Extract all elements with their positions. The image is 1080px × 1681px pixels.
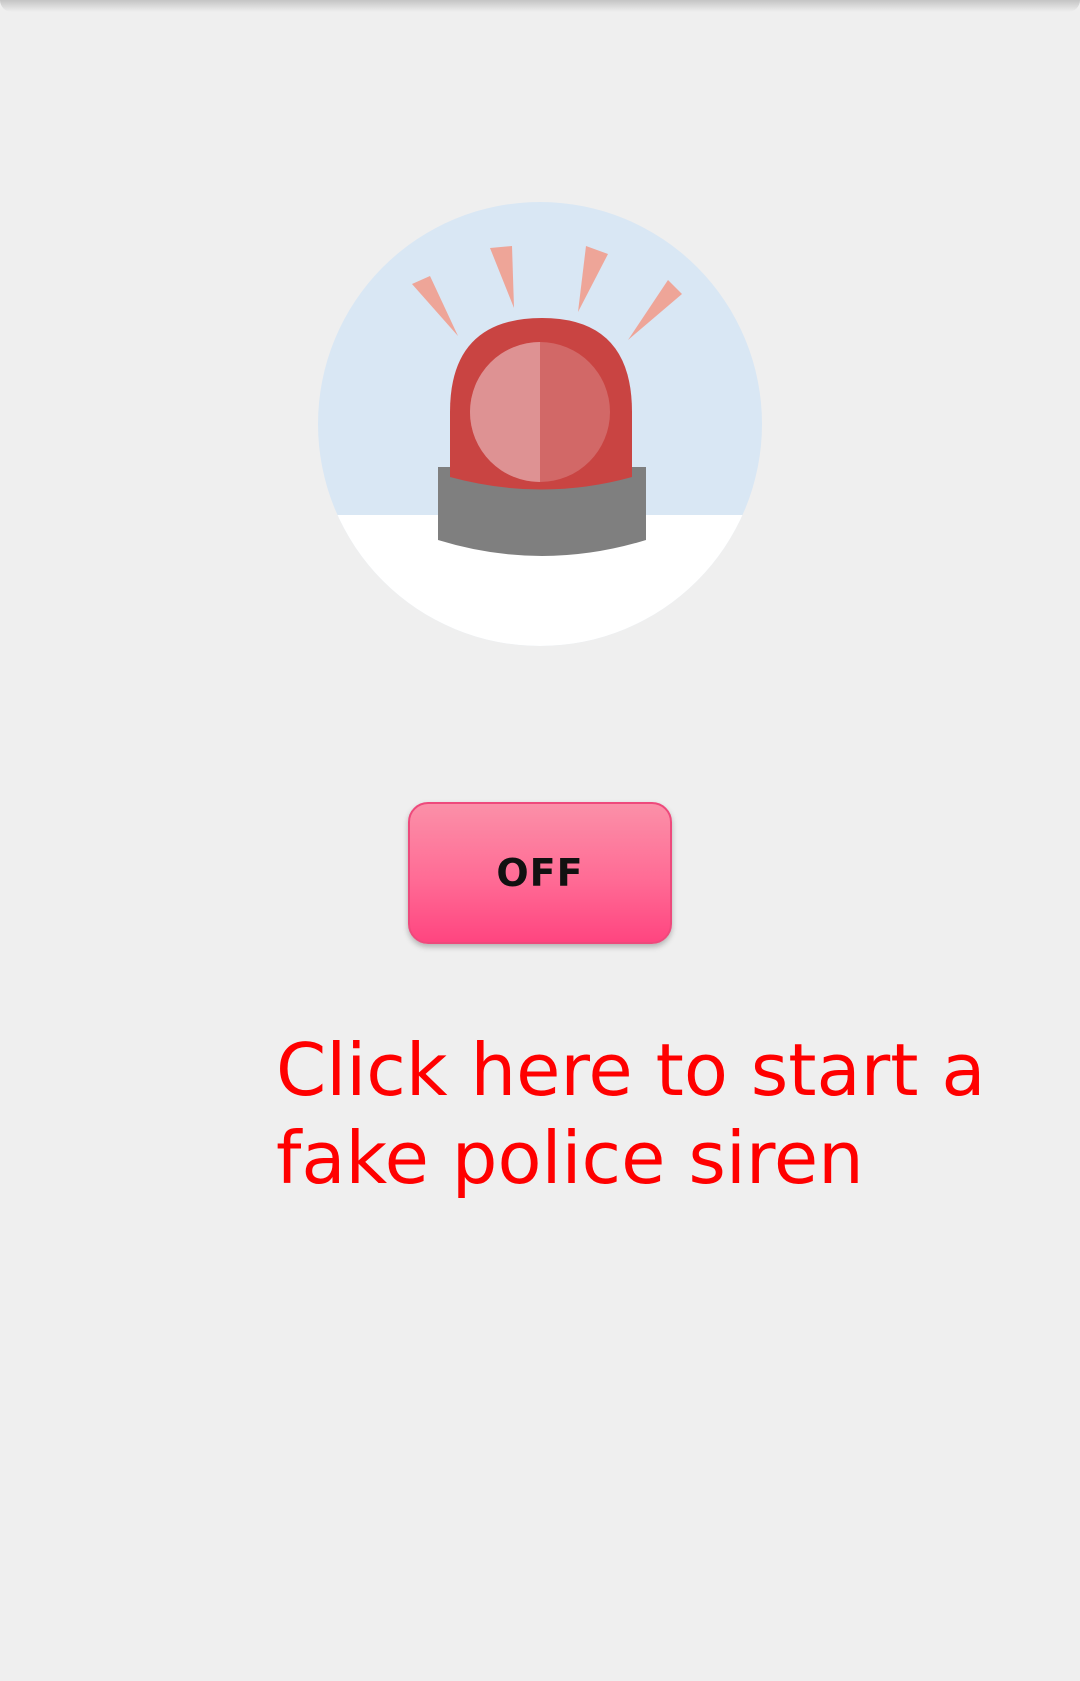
start-siren-instruction[interactable]: Click here to start a fake police siren [276,1026,996,1202]
siren-toggle-button[interactable]: OFF [408,802,672,944]
app-screen: OFF Click here to start a fake police si… [0,0,1080,1681]
police-siren-icon [318,202,762,646]
siren-toggle-label: OFF [496,851,584,895]
action-bar-shadow [0,0,1080,12]
